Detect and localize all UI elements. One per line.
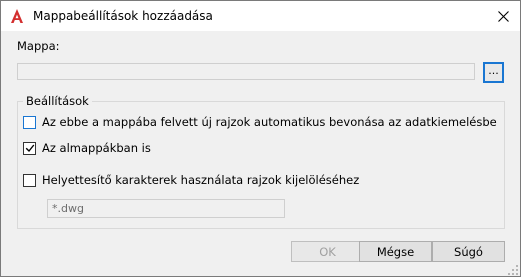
dialog-window: Mappabeállítások hozzáadása Mappa: ... B… [0, 0, 521, 277]
auto-include-label: Az ebbe a mappába felvett új rajzok auto… [42, 115, 497, 129]
window-title: Mappabeállítások hozzáadása [33, 9, 213, 23]
folder-label: Mappa: [17, 39, 60, 53]
wildcard-pattern-input[interactable]: *.dwg [47, 199, 285, 218]
settings-group-label: Beállítások [23, 94, 92, 108]
auto-include-checkbox[interactable] [23, 115, 36, 129]
close-icon [497, 10, 509, 22]
folder-path-input[interactable] [17, 63, 475, 80]
option-auto-include[interactable]: Az ebbe a mappába felvett új rajzok auto… [23, 114, 497, 130]
option-wildcards[interactable]: Helyettesítő karakterek használata rajzo… [23, 172, 359, 188]
browse-button[interactable]: ... [483, 62, 504, 83]
option-subfolders[interactable]: Az almappákban is [23, 140, 151, 156]
title-bar[interactable]: Mappabeállítások hozzáadása [1, 1, 520, 31]
close-button[interactable] [486, 1, 520, 31]
subfolders-checkbox[interactable] [23, 141, 36, 155]
cancel-button[interactable]: Mégse [359, 241, 432, 262]
wildcards-label: Helyettesítő karakterek használata rajzo… [42, 173, 360, 187]
resize-grip-icon[interactable] [508, 264, 518, 275]
checkmark-icon [25, 144, 34, 153]
subfolders-label: Az almappákban is [42, 141, 151, 155]
autocad-icon [9, 8, 25, 24]
ok-button[interactable]: OK [291, 241, 364, 262]
wildcards-checkbox[interactable] [23, 173, 36, 187]
help-button[interactable]: Súgó [432, 241, 505, 262]
